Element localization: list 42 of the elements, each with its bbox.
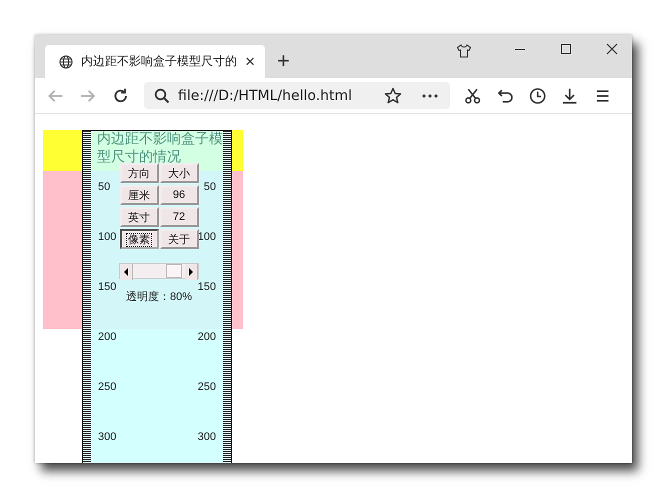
browser-tab[interactable]: 内边距不影响盒子模型尺寸的 × <box>45 45 265 78</box>
ruler-button[interactable]: 96 <box>160 185 198 205</box>
ruler-button[interactable]: 像素 <box>120 229 158 249</box>
ruler-label: 300 <box>98 430 116 444</box>
ruler-label: 250 <box>198 380 216 394</box>
ruler-button[interactable]: 厘米 <box>120 185 158 205</box>
scrollbar-thumb[interactable] <box>166 264 182 278</box>
ruler-button[interactable]: 方向 <box>120 163 158 183</box>
ruler-label: 100 <box>198 230 216 244</box>
ruler-label: 150 <box>198 280 216 294</box>
scissors-icon[interactable] <box>464 86 482 104</box>
download-icon[interactable] <box>561 86 579 104</box>
opacity-label: 透明度：80% <box>126 290 192 304</box>
ruler-button[interactable]: 大小 <box>160 163 198 183</box>
opacity-scrollbar[interactable] <box>119 263 199 279</box>
maximize-icon[interactable] <box>560 43 572 55</box>
ruler-label: 100 <box>98 230 116 244</box>
ruler-button[interactable]: 72 <box>160 207 198 227</box>
tab-close-button[interactable]: × <box>245 53 255 70</box>
globe-icon <box>59 54 73 68</box>
more-dots-icon[interactable] <box>422 94 438 98</box>
page-text: 内边距不影响盒子模型尺寸的情况 <box>97 130 224 166</box>
ruler-label: 150 <box>98 280 116 294</box>
ruler-label: 300 <box>198 430 216 444</box>
ruler-button[interactable]: 关于 <box>160 229 198 249</box>
close-icon[interactable] <box>606 43 618 55</box>
ruler-button[interactable]: 英寸 <box>120 207 158 227</box>
url-text: file:///D:/HTML/hello.html <box>178 88 352 104</box>
new-tab-button[interactable]: + <box>265 50 302 76</box>
shirt-icon[interactable] <box>456 43 472 59</box>
ruler-label: 50 <box>98 180 110 194</box>
tab-title: 内边距不影响盒子模型尺寸的 <box>81 53 238 70</box>
ruler-label: 250 <box>98 380 116 394</box>
address-bar[interactable]: file:///D:/HTML/hello.html <box>144 82 450 109</box>
ruler-label: 50 <box>204 180 216 194</box>
undo-icon[interactable] <box>496 86 514 104</box>
clock-icon[interactable] <box>528 86 546 104</box>
ruler-label: 200 <box>98 330 116 344</box>
star-icon[interactable] <box>384 86 402 104</box>
ruler-label: 200 <box>198 330 216 344</box>
search-icon <box>154 88 170 104</box>
reload-icon[interactable] <box>112 86 130 104</box>
